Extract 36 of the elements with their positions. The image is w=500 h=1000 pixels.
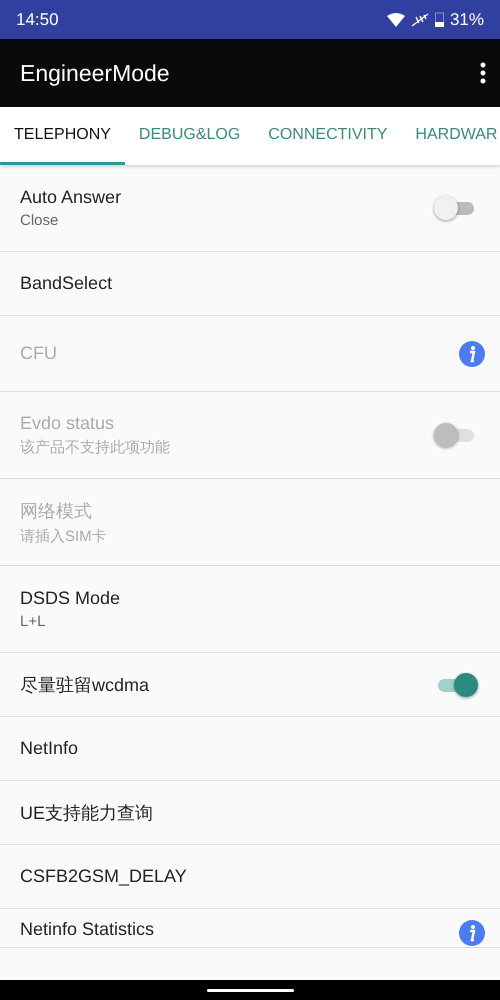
info-icon[interactable]	[458, 919, 486, 947]
row-title: CFU	[20, 343, 58, 364]
row-subtitle: 请插入SIM卡	[20, 526, 108, 546]
tab[interactable]: CONNECTIVITY	[254, 107, 402, 165]
wifi-icon	[386, 12, 405, 26]
settings-row[interactable]: CSFB2GSM_DELAY	[0, 845, 500, 909]
settings-row[interactable]: Netinfo Statistics	[0, 909, 500, 948]
row-title: CSFB2GSM_DELAY	[20, 866, 188, 887]
row-title: Netinfo Statistics	[20, 919, 156, 940]
no-signal-icon	[410, 12, 429, 26]
row-title: Evdo status	[20, 413, 116, 434]
settings-row[interactable]: DSDS Mode L+L	[0, 566, 500, 653]
app-title: EngineerMode	[20, 60, 171, 86]
more-menu-icon[interactable]	[480, 62, 486, 84]
battery-icon	[434, 12, 444, 27]
row-title: Auto Answer	[20, 187, 122, 208]
home-handle[interactable]	[206, 988, 294, 992]
settings-row[interactable]: NetInfo	[0, 717, 500, 781]
tab[interactable]: DEBUG&LOG	[124, 107, 254, 165]
row-title: 尽量驻留wcdma	[20, 674, 150, 696]
tab[interactable]: HARDWAR	[401, 107, 500, 165]
settings-row[interactable]: 尽量驻留wcdma	[0, 653, 500, 717]
row-title: DSDS Mode	[20, 588, 122, 609]
row-subtitle: Close	[20, 212, 60, 229]
tab[interactable]: TELEPHONY	[0, 107, 125, 165]
row-subtitle: 该产品不支持此项功能	[20, 438, 171, 457]
battery-percent: 31%	[450, 10, 484, 30]
settings-row[interactable]: Auto Answer Close	[0, 165, 500, 252]
settings-row[interactable]: UE支持能力查询	[0, 781, 500, 845]
row-subtitle: L+L	[20, 613, 46, 630]
row-title: NetInfo	[20, 738, 80, 759]
status-time: 14:50	[16, 10, 59, 30]
row-title: BandSelect	[20, 273, 114, 294]
settings-row[interactable]: BandSelect	[0, 252, 500, 316]
row-title: UE支持能力查询	[20, 802, 154, 824]
row-title: 网络模式	[20, 500, 93, 522]
